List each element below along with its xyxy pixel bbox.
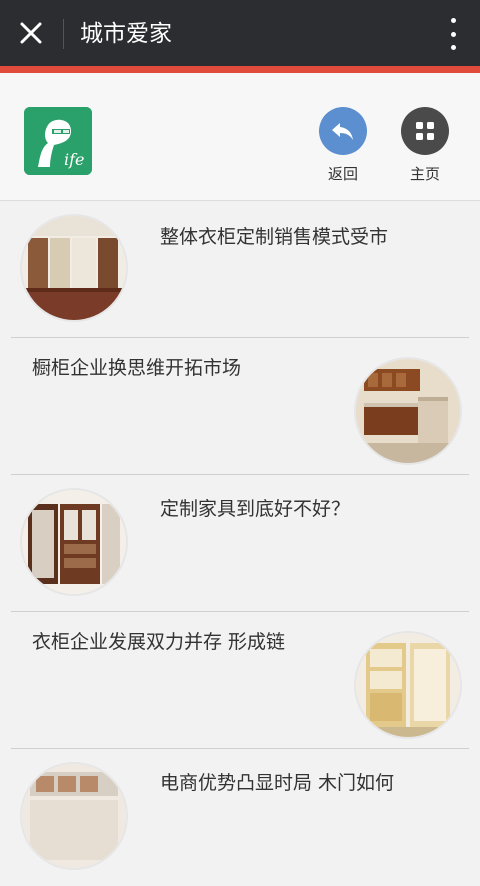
window-title: 城市爱家 — [80, 21, 172, 47]
top-bar: 城市爱家 — [0, 0, 480, 66]
logo-text: ife — [64, 150, 85, 169]
article-thumbnail — [20, 214, 128, 322]
home-button[interactable]: 主页 — [395, 107, 455, 183]
list-item[interactable]: 电商优势凸显时局 木门如何 — [0, 749, 480, 886]
article-title: 整体衣柜定制销售模式受市 — [160, 226, 389, 248]
list-item[interactable]: 定制家具到底好不好？ — [0, 475, 480, 612]
list-item[interactable]: 橱柜企业换思维开拓市场 — [0, 338, 480, 475]
list-item[interactable]: 衣柜企业发展双力并存 形成链 — [0, 612, 480, 749]
article-thumbnail — [354, 631, 462, 739]
article-title: 橱柜企业换思维开拓市场 — [32, 357, 242, 379]
title-separator — [63, 19, 64, 49]
article-thumbnail — [20, 762, 128, 870]
back-button[interactable]: 返回 — [313, 107, 373, 183]
article-thumbnail — [354, 357, 462, 465]
article-title: 定制家具到底好不好？ — [160, 498, 351, 520]
home-label: 主页 — [409, 165, 440, 183]
article-thumbnail — [20, 488, 128, 596]
more-vertical-icon[interactable] — [448, 18, 458, 50]
article-title: 电商优势凸显时局 木门如何 — [160, 772, 395, 794]
grid-icon — [401, 107, 449, 155]
close-icon[interactable] — [14, 16, 48, 50]
list-item[interactable]: 整体衣柜定制销售模式受市 — [0, 201, 480, 338]
back-icon — [319, 107, 367, 155]
article-title: 衣柜企业发展双力并存 形成链 — [32, 631, 286, 653]
page-header: ife 返回 主页 — [0, 73, 480, 201]
back-label: 返回 — [327, 165, 358, 183]
app-logo[interactable]: ife — [24, 107, 92, 175]
accent-bar — [0, 66, 480, 73]
